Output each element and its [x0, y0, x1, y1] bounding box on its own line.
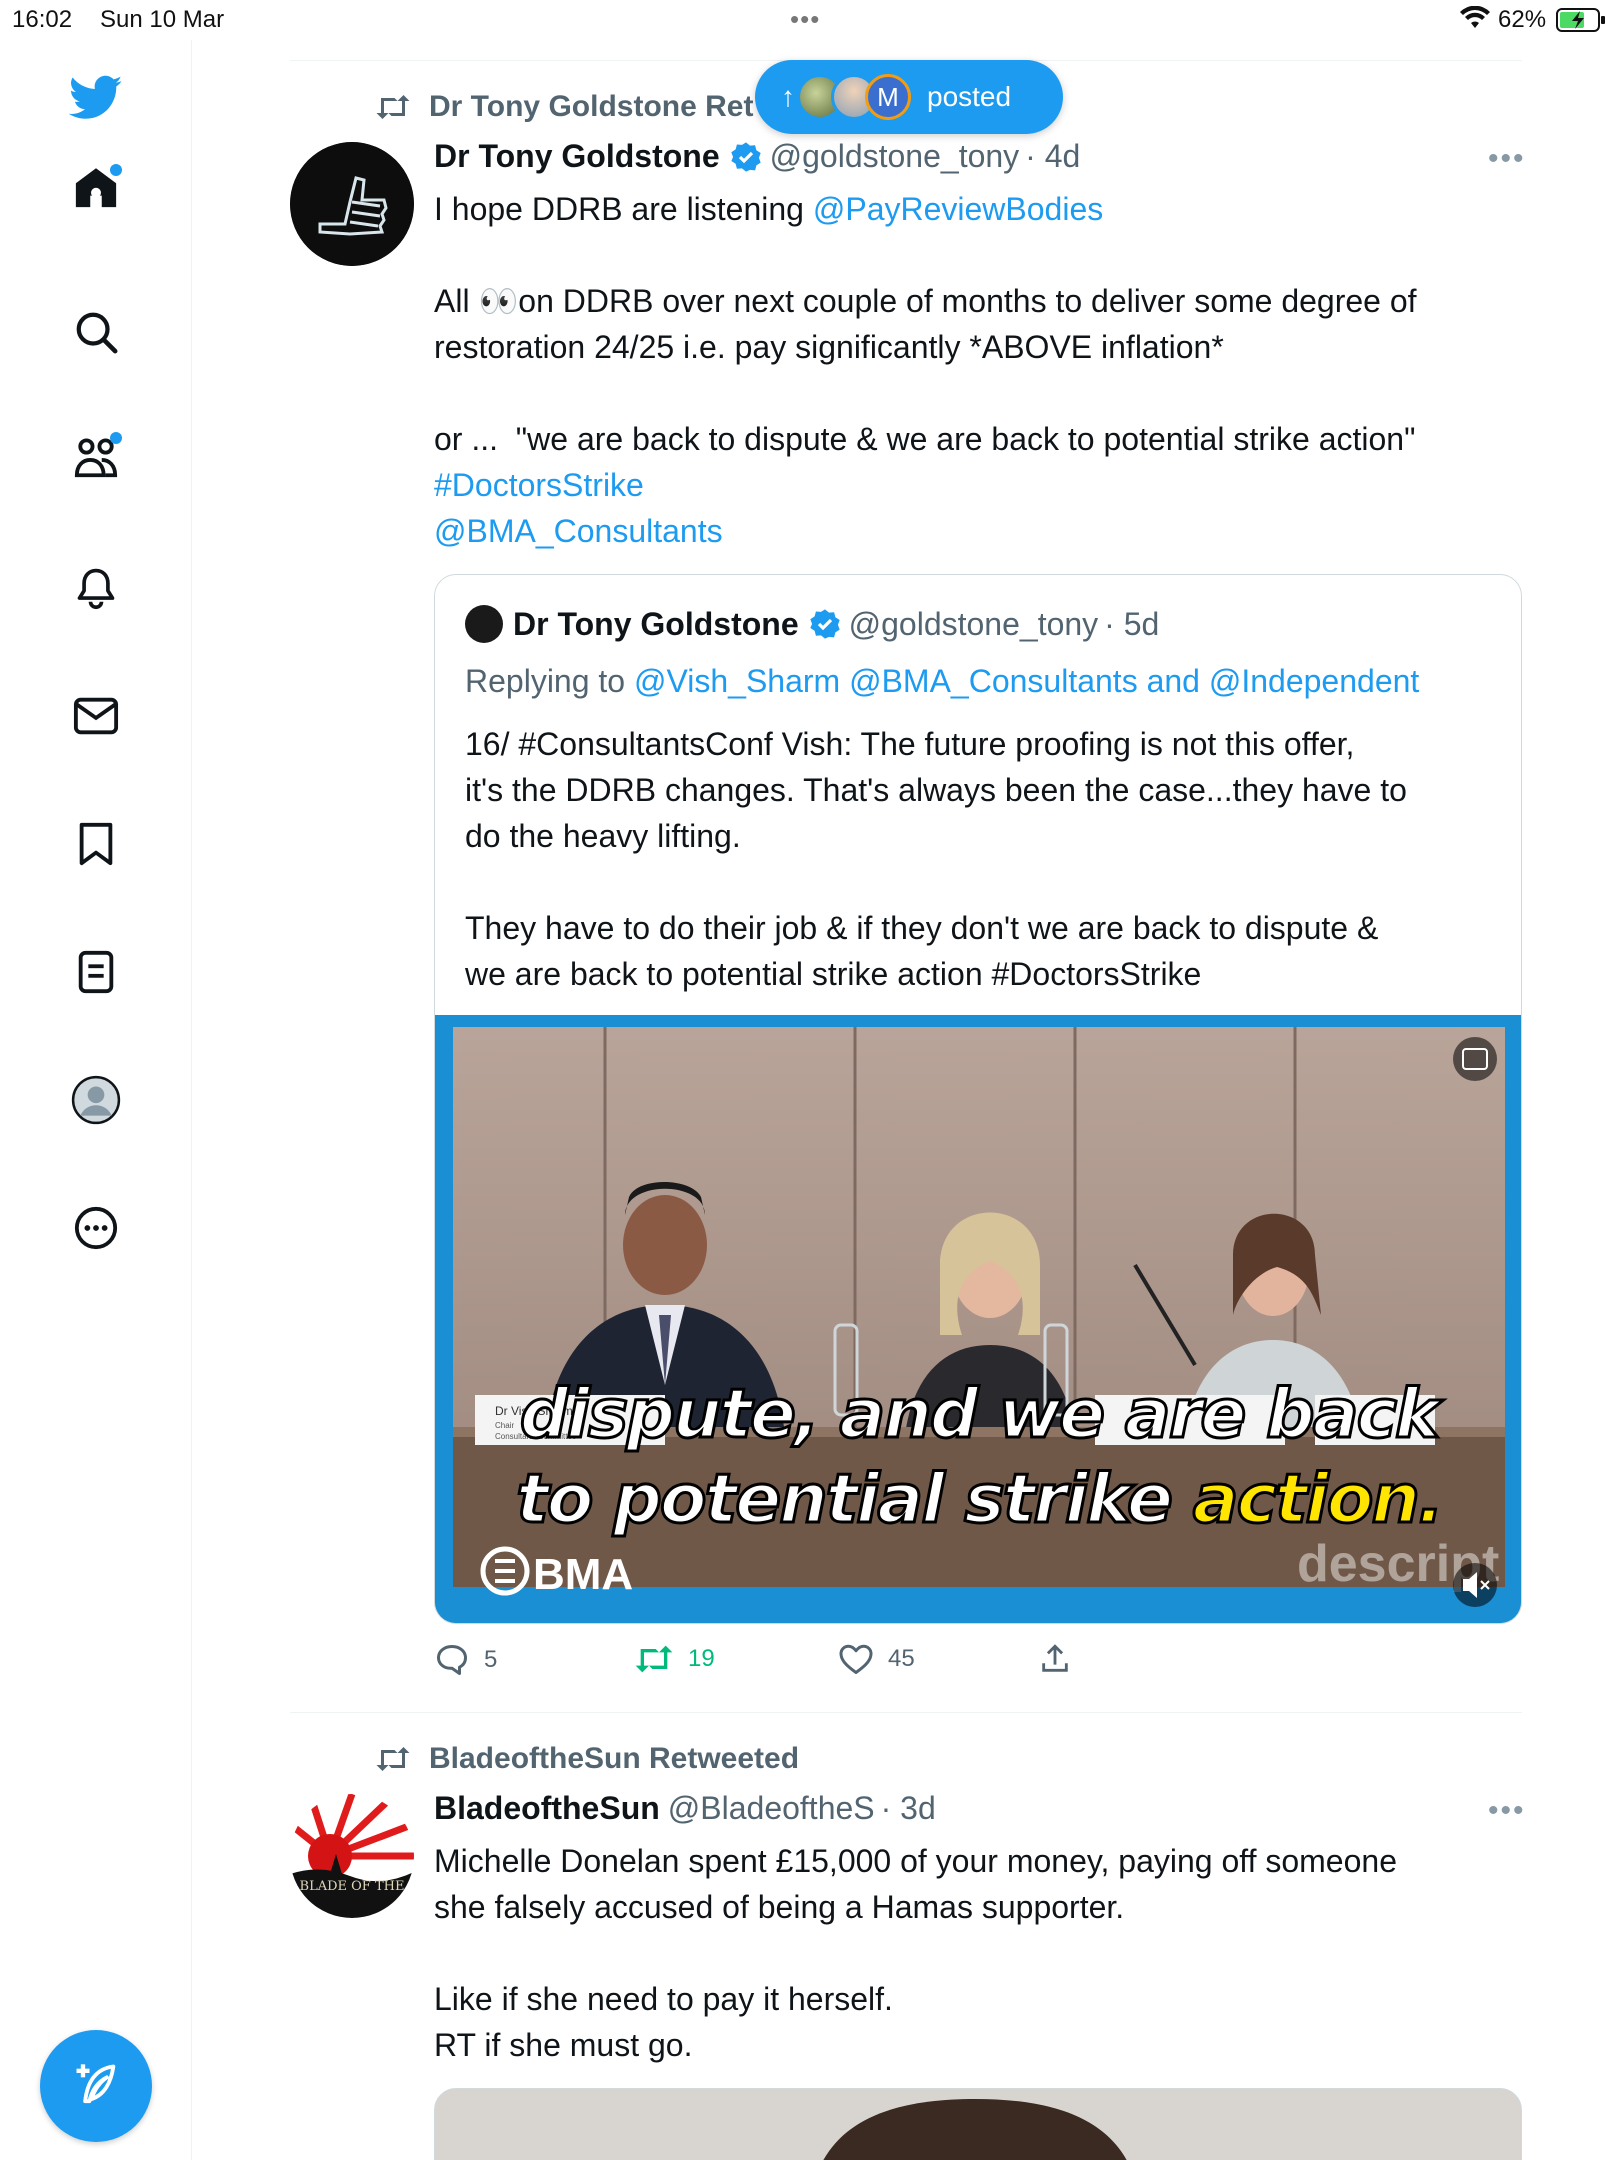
heart-icon [839, 1644, 873, 1674]
author-avatar[interactable] [290, 142, 414, 266]
tweet-image[interactable] [434, 2088, 1522, 2160]
new-posts-label: posted [927, 81, 1012, 112]
more-options-icon[interactable]: ••• [1488, 142, 1526, 176]
author-handle[interactable]: @goldstone_tony [770, 138, 1020, 175]
more-options-icon[interactable] [66, 1198, 126, 1258]
retweet-icon [376, 1747, 410, 1771]
video-player[interactable]: Dr Vish Sharma Chair Consultants committ… [435, 1015, 1521, 1623]
quoted-author-handle: @goldstone_tony [848, 605, 1099, 642]
quoted-author-name: Dr Tony Goldstone [513, 605, 799, 642]
video-caption-line: to potential strike action. [515, 1459, 1445, 1541]
reply-button[interactable]: 5 [434, 1642, 497, 1678]
verified-badge-icon [809, 609, 840, 639]
lists-icon[interactable] [66, 942, 126, 1002]
retweeted-by-line: BladeoftheSun Retweeted [375, 1742, 799, 1776]
compose-tweet-button[interactable] [40, 2030, 152, 2142]
retweet-icon [376, 95, 410, 119]
captions-toggle-icon[interactable] [1453, 1037, 1497, 1081]
author-handle[interactable]: @BladeoftheS [668, 1790, 875, 1827]
author-name[interactable]: BladeoftheSun [434, 1790, 660, 1827]
multitask-dots-icon[interactable]: ••• [790, 4, 820, 35]
arrow-up-icon: ↑ [781, 81, 795, 112]
video-caption-line: dispute, and we are back [518, 1374, 1441, 1456]
share-button[interactable] [1038, 1642, 1086, 1676]
home-icon[interactable] [66, 158, 126, 218]
mention-link[interactable]: @BMA_Consultants [434, 508, 723, 554]
quoted-tweet-text: 16/ #ConsultantsConf Vish: The future pr… [465, 726, 1407, 992]
quoted-tweet[interactable]: Dr Tony Goldstone @goldstone_tony · 5d R… [434, 574, 1522, 1624]
replying-to-line: Replying to @Vish_Sharm @BMA_Consultants… [465, 663, 1420, 699]
reply-icon [437, 1645, 467, 1675]
status-time: 16:02 [12, 6, 73, 33]
status-date: Sun 10 Mar [100, 6, 225, 33]
divider [290, 1712, 1522, 1713]
mention-link[interactable]: @PayReviewBodies [813, 191, 1103, 227]
bookmarks-icon[interactable] [66, 814, 126, 874]
share-icon [1042, 1644, 1068, 1672]
profile-avatar-icon[interactable] [66, 1070, 126, 1130]
quoted-tweet-age: · 5d [1104, 605, 1160, 642]
messages-envelope-icon[interactable] [66, 686, 126, 746]
search-icon[interactable] [66, 302, 126, 362]
battery-charging-icon [1556, 8, 1605, 32]
sidebar [0, 40, 192, 2160]
retweet-button[interactable]: 19 [634, 1642, 715, 1676]
wifi-icon [1460, 6, 1490, 28]
avatar-logo-text: BLADE OF THE [300, 1879, 405, 1894]
battery-percent: 62% [1498, 6, 1547, 33]
tweet-paragraph: or ... "we are back to dispute & we are … [434, 421, 1416, 457]
author-row: BladeoftheSun @BladeoftheS · 3d [434, 1790, 936, 1827]
communities-notification-dot [110, 432, 122, 444]
tweet-paragraph: All 👀on DDRB over next couple of months … [434, 283, 1417, 365]
communities-icon[interactable] [66, 428, 126, 488]
more-options-icon[interactable]: ••• [1488, 1794, 1526, 1828]
notifications-bell-icon[interactable] [66, 558, 126, 618]
home-notification-dot [110, 164, 122, 176]
tweet-actions: 5 19 45 [434, 1642, 1134, 1686]
tweet-line: I hope DDRB are listening @PayReviewBodi… [434, 191, 1104, 227]
tweet-text: Michelle Donelan spent £15,000 of your m… [434, 1843, 1397, 2063]
quoted-author-row: Dr Tony Goldstone @goldstone_tony · 5d [465, 605, 1159, 643]
replying-to-mentions[interactable]: @Vish_Sharm @BMA_Consultants and @Indepe… [634, 663, 1419, 699]
compose-feather-icon [76, 2064, 116, 2104]
author-name[interactable]: Dr Tony Goldstone [434, 138, 720, 175]
like-button[interactable]: 45 [838, 1642, 915, 1676]
bma-logo: BMA [533, 1550, 633, 1599]
retweeted-by-line: Dr Tony Goldstone Ret [375, 90, 753, 124]
status-bar: 16:02 Sun 10 Mar ••• 62% [0, 0, 1620, 40]
hashtag-link[interactable]: #DoctorsStrike [434, 462, 644, 508]
quoted-author-avatar [465, 605, 503, 643]
verified-badge-icon [730, 141, 761, 172]
author-row: Dr Tony Goldstone @goldstone_tony · 4d [434, 138, 1080, 175]
pill-avatar: M [865, 74, 911, 120]
mute-toggle-icon[interactable] [1453, 1563, 1497, 1607]
retweet-icon [635, 1645, 673, 1673]
twitter-logo-icon[interactable] [66, 68, 126, 128]
author-avatar[interactable]: BLADE OF THE [290, 1794, 414, 1918]
tweet-age[interactable]: · 4d [1025, 138, 1080, 175]
tweet-age[interactable]: · 3d [881, 1790, 936, 1827]
new-posts-pill[interactable]: ↑ M posted [755, 60, 1063, 134]
